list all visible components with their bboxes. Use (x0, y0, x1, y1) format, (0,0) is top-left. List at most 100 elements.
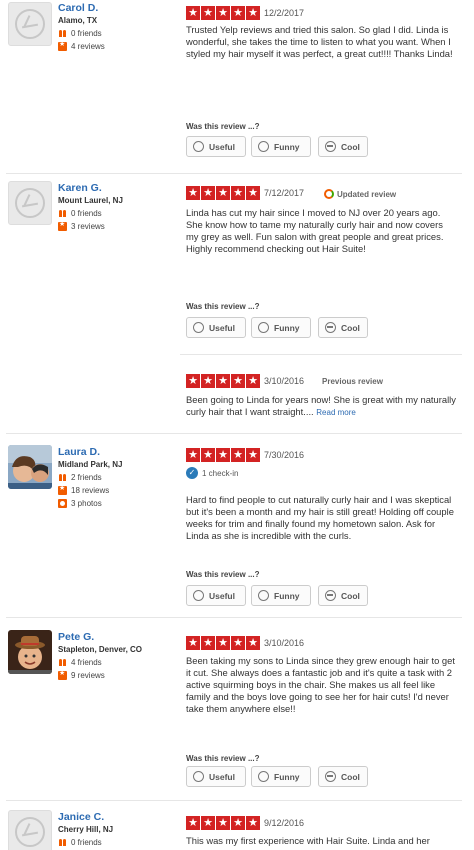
funny-button[interactable]: Funny (251, 585, 311, 606)
friends-icon (58, 209, 67, 218)
divider (180, 354, 462, 355)
cool-button[interactable]: Cool (318, 136, 368, 157)
star-icon: ★ (201, 448, 215, 462)
review-date: 3/10/2016 (264, 638, 305, 648)
review-text: Been taking my sons to Linda since they … (186, 655, 455, 714)
user-avatar[interactable] (8, 445, 52, 489)
star-icon: ★ (246, 448, 260, 462)
vote-prompt: Was this review ...? (186, 302, 260, 311)
read-more-link[interactable]: Read more (316, 408, 356, 417)
star-icon: ★ (186, 374, 200, 388)
star-icon: ★ (201, 374, 215, 388)
star-rating: ★ ★ ★ ★ ★ (186, 448, 260, 462)
star-icon: ★ (246, 374, 260, 388)
friends-count: 4 friends (58, 658, 102, 667)
star-rating: ★ ★ ★ ★ ★ (186, 636, 260, 650)
review-date: 7/12/2017 (264, 188, 305, 198)
friends-icon (58, 658, 67, 667)
star-rating: ★ ★ ★ ★ ★ (186, 816, 260, 830)
funny-button[interactable]: Funny (251, 317, 311, 338)
vote-prompt: Was this review ...? (186, 570, 260, 579)
star-icon: ★ (201, 186, 215, 200)
lightbulb-icon (193, 141, 204, 152)
star-icon: ★ (231, 448, 245, 462)
user-name[interactable]: Pete G. (58, 631, 94, 643)
useful-button[interactable]: Useful (186, 136, 246, 157)
user-name[interactable]: Laura D. (58, 446, 100, 458)
star-icon: ★ (201, 6, 215, 20)
reviews-icon (58, 484, 67, 495)
star-icon: ★ (201, 816, 215, 830)
useful-button[interactable]: Useful (186, 766, 246, 787)
review-date: 9/12/2016 (264, 818, 305, 828)
photos-count: 3 photos (58, 499, 102, 508)
friends-icon (58, 838, 67, 847)
lightbulb-icon (193, 322, 204, 333)
friends-count: 0 friends (58, 209, 102, 218)
star-icon: ★ (246, 636, 260, 650)
review-text: Trusted Yelp reviews and tried this salo… (186, 24, 453, 59)
user-location: Stapleton, Denver, CO (58, 645, 143, 654)
star-icon: ★ (216, 374, 230, 388)
friends-icon (58, 473, 67, 482)
review-card: Pete G. Stapleton, Denver, CO 4 friends … (0, 620, 462, 800)
useful-button[interactable]: Useful (186, 317, 246, 338)
user-location: Mount Laurel, NJ (58, 196, 123, 205)
star-icon: ★ (186, 636, 200, 650)
refresh-icon (324, 189, 334, 199)
vote-prompt: Was this review ...? (186, 754, 260, 763)
review-date: 12/2/2017 (264, 8, 305, 18)
reviews-icon (58, 220, 67, 231)
reviews-icon (58, 669, 67, 680)
divider (6, 433, 462, 434)
lightbulb-icon (193, 771, 204, 782)
user-avatar[interactable] (8, 181, 52, 225)
smiley-icon (258, 771, 269, 782)
divider (6, 617, 462, 618)
star-icon: ★ (216, 636, 230, 650)
user-photo (8, 445, 52, 489)
user-avatar[interactable] (8, 810, 52, 850)
user-name[interactable]: Carol D. (58, 2, 98, 14)
review-card: Laura D. Midland Park, NJ 2 friends 18 r… (0, 436, 462, 618)
star-rating: ★ ★ ★ ★ ★ (186, 6, 260, 20)
divider (6, 173, 462, 174)
user-location: Alamo, TX (58, 16, 98, 25)
reviews-icon (58, 40, 67, 51)
review-card: Carol D. Alamo, TX 0 friends 4 reviews ★… (0, 0, 462, 175)
previous-review-badge: Previous review (322, 377, 383, 386)
sunglasses-icon (325, 322, 336, 333)
useful-button[interactable]: Useful (186, 585, 246, 606)
reviews-count: 3 reviews (58, 220, 105, 231)
user-avatar[interactable] (8, 2, 52, 46)
cool-button[interactable]: Cool (318, 585, 368, 606)
user-name[interactable]: Karen G. (58, 182, 102, 194)
sunglasses-icon (325, 141, 336, 152)
cool-button[interactable]: Cool (318, 766, 368, 787)
star-icon: ★ (231, 6, 245, 20)
star-icon: ★ (186, 816, 200, 830)
friends-count: 0 friends (58, 838, 102, 847)
star-icon: ★ (231, 186, 245, 200)
reviews-count: 4 reviews (58, 40, 105, 51)
friends-count: 0 friends (58, 29, 102, 38)
smiley-icon (258, 141, 269, 152)
funny-button[interactable]: Funny (251, 136, 311, 157)
cool-button[interactable]: Cool (318, 317, 368, 338)
user-avatar[interactable] (8, 630, 52, 674)
funny-button[interactable]: Funny (251, 766, 311, 787)
reviews-count: 18 reviews (58, 484, 109, 495)
star-icon: ★ (231, 636, 245, 650)
reviews-count: 9 reviews (58, 669, 105, 680)
star-icon: ★ (216, 6, 230, 20)
review-text: Linda has cut my hair since I moved to N… (186, 207, 444, 254)
star-icon: ★ (246, 6, 260, 20)
user-name[interactable]: Janice C. (58, 811, 104, 823)
star-icon: ★ (186, 186, 200, 200)
star-icon: ★ (231, 374, 245, 388)
user-photo (8, 630, 52, 674)
review-text: Hard to find people to cut naturally cur… (186, 494, 454, 541)
vote-prompt: Was this review ...? (186, 122, 260, 131)
star-icon: ★ (201, 636, 215, 650)
divider (6, 800, 462, 801)
